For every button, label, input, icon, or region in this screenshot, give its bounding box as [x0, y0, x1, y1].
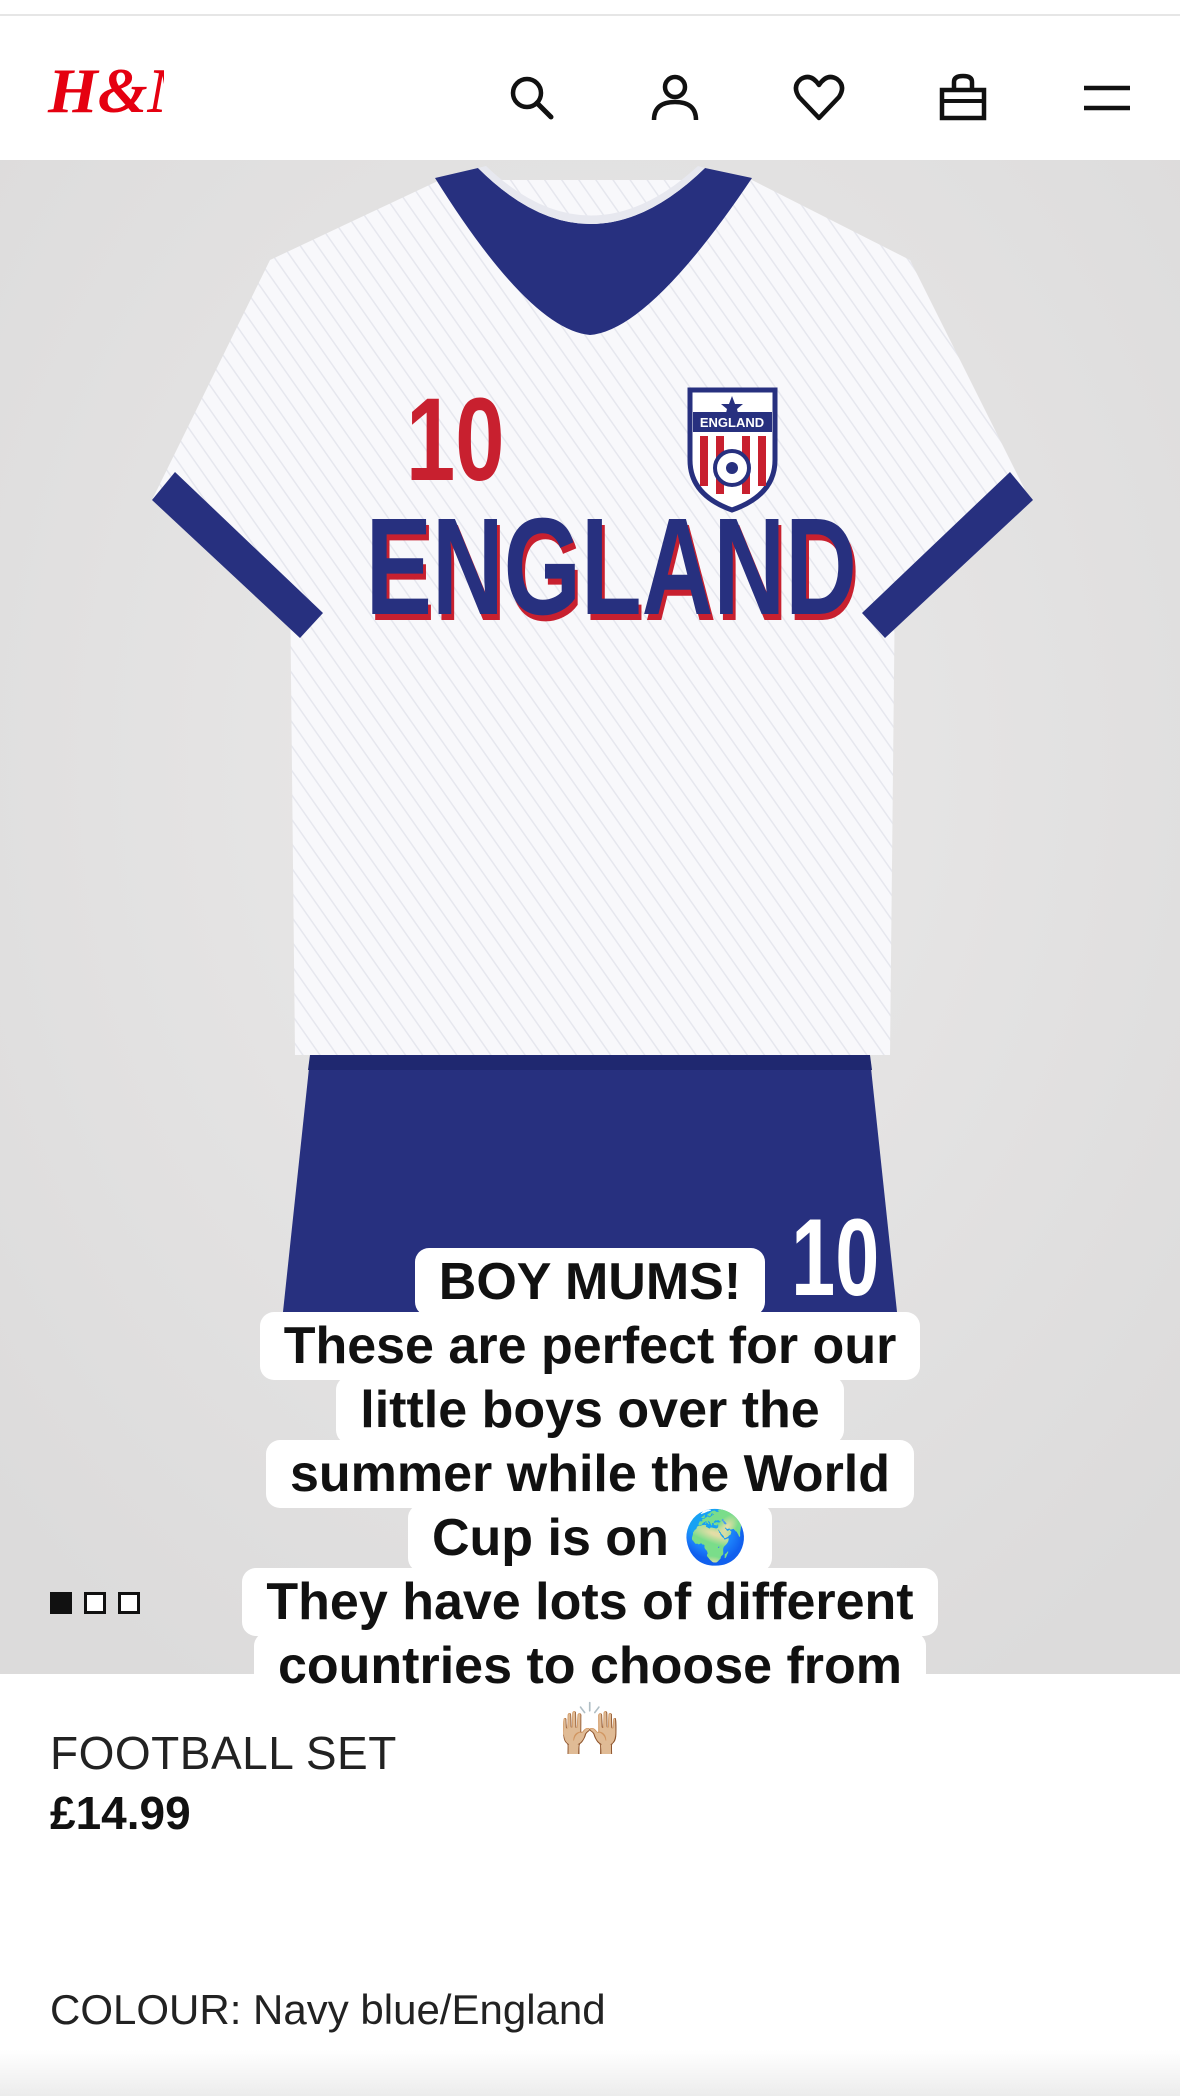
site-header: H&M [0, 16, 1180, 160]
caption-line: They have lots of different [242, 1568, 938, 1636]
svg-text:H&M: H&M [47, 55, 164, 126]
svg-text:10: 10 [406, 375, 504, 506]
svg-text:ENGLAND: ENGLAND [700, 415, 764, 430]
caption-line: little boys over the [336, 1376, 844, 1444]
caption-line: These are perfect for our [259, 1312, 921, 1380]
caption-line: countries to choose from [253, 1632, 927, 1700]
heart-icon[interactable] [789, 68, 849, 128]
account-icon[interactable] [645, 68, 705, 128]
caption-line: Cup is on 🌍 [407, 1504, 773, 1572]
caption-line: BOY MUMS! [414, 1248, 766, 1316]
caption-line: 🙌🏼 [557, 1701, 623, 1759]
bottom-edge [0, 2050, 1180, 2096]
caption-line: summer while the World [265, 1440, 915, 1508]
england-crest: ENGLAND [687, 387, 778, 513]
svg-text:ENGLAND: ENGLAND [366, 490, 857, 644]
colour-label: COLOUR: [50, 1986, 242, 2033]
colour-value: Navy blue/England [253, 1986, 606, 2033]
bag-icon[interactable] [933, 68, 993, 128]
colour-info: COLOUR: Navy blue/England [50, 1986, 606, 2034]
overlay-caption: BOY MUMS! These are perfect for our litt… [0, 1248, 1180, 1764]
menu-icon[interactable] [1077, 68, 1137, 128]
search-icon[interactable] [502, 68, 562, 128]
product-price: £14.99 [50, 1787, 191, 1839]
hm-logo[interactable]: H&M [44, 50, 207, 135]
